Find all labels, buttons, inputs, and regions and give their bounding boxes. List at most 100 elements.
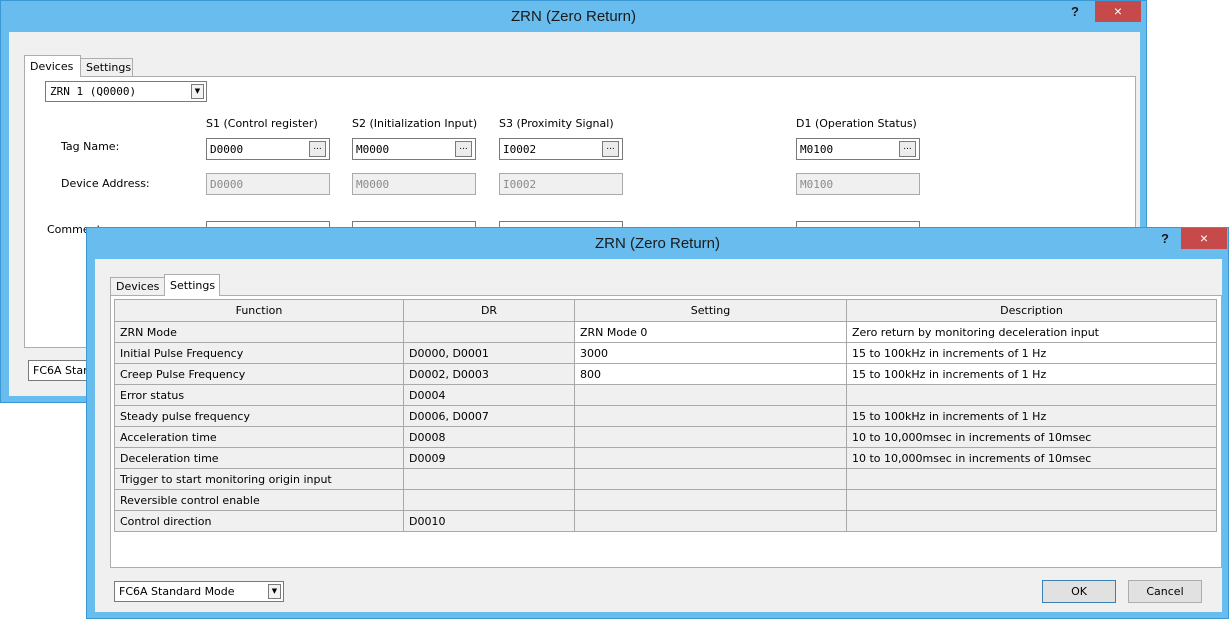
tag-name-s3-field[interactable]: I0002 ... [499, 138, 623, 160]
front-dialog-title: ZRN (Zero Return) [594, 235, 721, 252]
close-icon[interactable]: × [1181, 228, 1227, 249]
ellipsis-icon[interactable]: ... [455, 141, 472, 157]
front-dialog-window: ZRN (Zero Return) ? × Devices Settings F… [86, 227, 1229, 619]
tag-name-s3-value: I0002 [503, 143, 537, 156]
table-row: Trigger to start monitoring origin input [114, 468, 1217, 490]
ellipsis-icon[interactable]: ... [309, 141, 326, 157]
instance-select[interactable]: ZRN 1 (Q0000) ▼ [45, 81, 207, 102]
tab-devices[interactable]: Devices [110, 277, 165, 295]
front-settings-panel: Function DR Setting Description ZRN Mode… [110, 295, 1222, 568]
settings-table: Function DR Setting Description ZRN Mode… [114, 299, 1217, 532]
table-row: Reversible control enable [114, 489, 1217, 511]
setting-cell [574, 426, 847, 448]
table-row: Control direction D0010 [114, 510, 1217, 532]
dr-cell [403, 489, 575, 511]
setting-cell[interactable]: 3000 [574, 342, 847, 364]
help-icon[interactable]: ? [1065, 4, 1085, 24]
function-cell: Initial Pulse Frequency [114, 342, 404, 364]
setting-cell [574, 489, 847, 511]
setting-cell[interactable]: ZRN Mode 0 [574, 321, 847, 343]
device-address-d1-value: M0100 [800, 178, 834, 191]
chevron-down-icon[interactable]: ▼ [191, 84, 204, 99]
setting-cell [574, 384, 847, 406]
description-cell: Zero return by monitoring deceleration i… [846, 321, 1217, 343]
function-cell: Acceleration time [114, 426, 404, 448]
back-dialog-title: ZRN (Zero Return) [510, 8, 637, 25]
dr-cell: D0006, D0007 [403, 405, 575, 427]
dr-cell: D0002, D0003 [403, 363, 575, 385]
description-cell [846, 468, 1217, 490]
dr-cell: D0009 [403, 447, 575, 469]
front-tabstrip: Devices Settings [110, 274, 410, 296]
help-icon[interactable]: ? [1155, 231, 1175, 251]
device-address-s2-value: M0000 [356, 178, 390, 191]
description-cell: 15 to 100kHz in increments of 1 Hz [846, 363, 1217, 385]
device-address-s1-field: D0000 [206, 173, 330, 195]
chevron-down-icon[interactable]: ▼ [268, 584, 281, 599]
description-cell [846, 510, 1217, 532]
tag-name-s2-field[interactable]: M0000 ... [352, 138, 476, 160]
tab-settings[interactable]: Settings [164, 274, 220, 296]
tab-devices[interactable]: Devices [24, 55, 81, 77]
function-cell: ZRN Mode [114, 321, 404, 343]
function-cell: Trigger to start monitoring origin input [114, 468, 404, 490]
ellipsis-icon[interactable]: ... [899, 141, 916, 157]
front-dialog-titlebar[interactable]: ZRN (Zero Return) ? × [87, 228, 1228, 259]
tag-name-d1-value: M0100 [800, 143, 834, 156]
table-row: Initial Pulse Frequency D0000, D0001 300… [114, 342, 1217, 364]
dr-cell: D0010 [403, 510, 575, 532]
setting-cell [574, 510, 847, 532]
tag-name-label: Tag Name: [61, 140, 120, 153]
tab-settings[interactable]: Settings [80, 58, 133, 76]
function-cell: Deceleration time [114, 447, 404, 469]
tag-name-s2-value: M0000 [356, 143, 390, 156]
table-row: Steady pulse frequency D0006, D0007 15 t… [114, 405, 1217, 427]
tag-name-s1-field[interactable]: D0000 ... [206, 138, 330, 160]
function-cell: Control direction [114, 510, 404, 532]
column-header-s3: S3 (Proximity Signal) [499, 117, 614, 130]
setting-cell [574, 468, 847, 490]
device-address-s3-field: I0002 [499, 173, 623, 195]
tag-name-s1-value: D0000 [210, 143, 244, 156]
back-tabstrip: Devices Settings [24, 55, 324, 77]
function-cell: Creep Pulse Frequency [114, 363, 404, 385]
setting-cell[interactable]: 800 [574, 363, 847, 385]
device-address-s3-value: I0002 [503, 178, 537, 191]
description-cell: 10 to 10,000msec in increments of 10msec [846, 447, 1217, 469]
column-header-s2: S2 (Initialization Input) [352, 117, 478, 130]
column-header-function: Function [114, 299, 404, 322]
description-cell: 15 to 100kHz in increments of 1 Hz [846, 342, 1217, 364]
front-dialog-client: Devices Settings Function DR Setting Des… [95, 259, 1222, 612]
front-mode-select[interactable]: FC6A Standard Mode ▼ [114, 581, 284, 602]
table-row: Error status D0004 [114, 384, 1217, 406]
description-cell [846, 489, 1217, 511]
ok-button[interactable]: OK [1042, 580, 1116, 603]
table-row: Acceleration time D0008 10 to 10,000msec… [114, 426, 1217, 448]
device-address-d1-field: M0100 [796, 173, 920, 195]
description-cell [846, 384, 1217, 406]
function-cell: Steady pulse frequency [114, 405, 404, 427]
column-header-dr: DR [403, 299, 575, 322]
table-row: Creep Pulse Frequency D0002, D0003 800 1… [114, 363, 1217, 385]
description-cell: 10 to 10,000msec in increments of 10msec [846, 426, 1217, 448]
column-header-s1: S1 (Control register) [206, 117, 318, 130]
description-cell: 15 to 100kHz in increments of 1 Hz [846, 405, 1217, 427]
dr-cell [403, 468, 575, 490]
dr-cell [403, 321, 575, 343]
close-icon[interactable]: × [1095, 1, 1141, 22]
device-address-label: Device Address: [61, 177, 150, 190]
cancel-button[interactable]: Cancel [1128, 580, 1202, 603]
column-header-d1: D1 (Operation Status) [796, 117, 917, 130]
back-dialog-titlebar[interactable]: ZRN (Zero Return) ? × [1, 1, 1146, 32]
instance-select-value: ZRN 1 (Q0000) [50, 85, 137, 98]
column-header-setting: Setting [574, 299, 847, 322]
ellipsis-icon[interactable]: ... [602, 141, 619, 157]
setting-cell [574, 447, 847, 469]
device-address-s2-field: M0000 [352, 173, 476, 195]
front-mode-select-value: FC6A Standard Mode [119, 585, 235, 598]
dr-cell: D0008 [403, 426, 575, 448]
dr-cell: D0004 [403, 384, 575, 406]
function-cell: Error status [114, 384, 404, 406]
tag-name-d1-field[interactable]: M0100 ... [796, 138, 920, 160]
table-header-row: Function DR Setting Description [114, 299, 1217, 322]
